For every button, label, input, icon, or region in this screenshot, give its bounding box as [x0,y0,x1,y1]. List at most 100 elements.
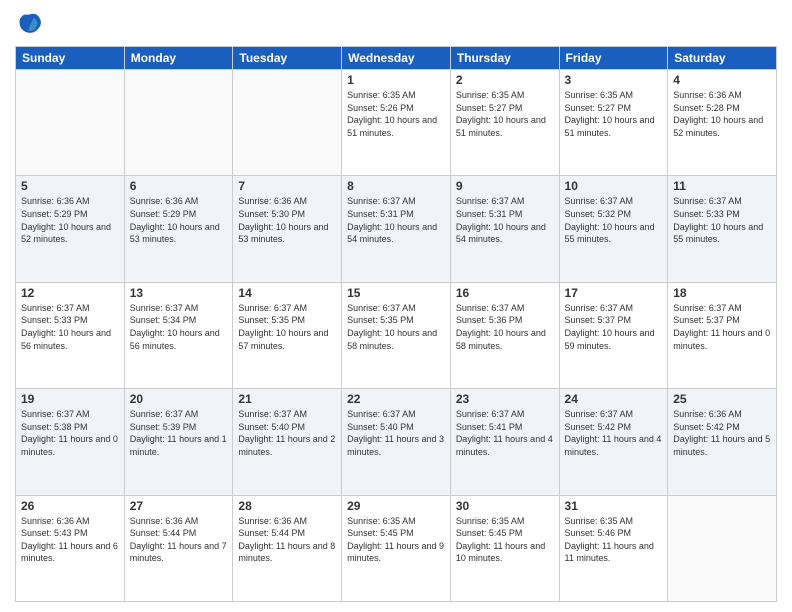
weekday-header-thursday: Thursday [450,47,559,70]
logo [15,10,47,38]
day-number: 20 [130,392,228,406]
day-number: 10 [565,179,663,193]
day-cell: 10 Sunrise: 6:37 AMSunset: 5:32 PMDayligh… [559,176,668,282]
week-row-5: 26 Sunrise: 6:36 AMSunset: 5:43 PMDayligh… [16,495,777,601]
day-cell: 5Sunrise: 6:36 AMSunset: 5:29 PMDaylight… [16,176,125,282]
day-info: Sunrise: 6:35 AMSunset: 5:46 PMDaylight:… [565,515,663,565]
day-info: Sunrise: 6:35 AMSunset: 5:45 PMDaylight:… [347,515,445,565]
day-info: Sunrise: 6:36 AMSunset: 5:29 PMDaylight:… [21,195,119,245]
day-number: 23 [456,392,554,406]
day-cell [668,495,777,601]
day-number: 16 [456,286,554,300]
day-info: Sunrise: 6:37 AMSunset: 5:31 PMDaylight:… [347,195,445,245]
weekday-header-tuesday: Tuesday [233,47,342,70]
day-number: 29 [347,499,445,513]
weekday-header-row: SundayMondayTuesdayWednesdayThursdayFrid… [16,47,777,70]
day-number: 27 [130,499,228,513]
day-number: 26 [21,499,119,513]
day-info: Sunrise: 6:36 AMSunset: 5:42 PMDaylight:… [673,408,771,458]
day-cell: 28 Sunrise: 6:36 AMSunset: 5:44 PMDayligh… [233,495,342,601]
day-cell: 30 Sunrise: 6:35 AMSunset: 5:45 PMDayligh… [450,495,559,601]
week-row-4: 19Sunrise: 6:37 AMSunset: 5:38 PMDayligh… [16,389,777,495]
day-info: Sunrise: 6:36 AMSunset: 5:43 PMDaylight:… [21,515,119,565]
day-number: 7 [238,179,336,193]
day-info: Sunrise: 6:36 AMSunset: 5:44 PMDaylight:… [238,515,336,565]
day-cell: 9 Sunrise: 6:37 AMSunset: 5:31 PMDaylight… [450,176,559,282]
day-number: 21 [238,392,336,406]
day-cell [124,70,233,176]
day-number: 14 [238,286,336,300]
day-cell: 16 Sunrise: 6:37 AMSunset: 5:36 PMDayligh… [450,282,559,388]
day-cell: 11 Sunrise: 6:37 AMSunset: 5:33 PMDayligh… [668,176,777,282]
day-cell [233,70,342,176]
day-number: 15 [347,286,445,300]
day-info: Sunrise: 6:36 AMSunset: 5:30 PMDaylight:… [238,195,336,245]
day-info: Sunrise: 6:35 AMSunset: 5:26 PMDaylight:… [347,89,445,139]
weekday-header-saturday: Saturday [668,47,777,70]
day-info: Sunrise: 6:35 AMSunset: 5:27 PMDaylight:… [456,89,554,139]
logo-icon [15,10,43,38]
day-cell: 18Sunrise: 6:37 AMSunset: 5:37 PMDayligh… [668,282,777,388]
day-number: 9 [456,179,554,193]
day-info: Sunrise: 6:37 AMSunset: 5:36 PMDaylight:… [456,302,554,352]
day-info: Sunrise: 6:37 AMSunset: 5:35 PMDaylight:… [347,302,445,352]
day-info: Sunrise: 6:37 AMSunset: 5:42 PMDaylight:… [565,408,663,458]
day-number: 22 [347,392,445,406]
weekday-header-sunday: Sunday [16,47,125,70]
day-number: 2 [456,73,554,87]
day-number: 12 [21,286,119,300]
day-number: 25 [673,392,771,406]
day-number: 17 [565,286,663,300]
day-cell: 20 Sunrise: 6:37 AMSunset: 5:39 PMDayligh… [124,389,233,495]
day-cell: 31 Sunrise: 6:35 AMSunset: 5:46 PMDayligh… [559,495,668,601]
day-info: Sunrise: 6:37 AMSunset: 5:38 PMDaylight:… [21,408,119,458]
day-info: Sunrise: 6:37 AMSunset: 5:39 PMDaylight:… [130,408,228,458]
day-number: 13 [130,286,228,300]
day-info: Sunrise: 6:37 AMSunset: 5:34 PMDaylight:… [130,302,228,352]
day-cell: 14 Sunrise: 6:37 AMSunset: 5:35 PMDayligh… [233,282,342,388]
day-cell: 24Sunrise: 6:37 AMSunset: 5:42 PMDayligh… [559,389,668,495]
day-cell: 12Sunrise: 6:37 AMSunset: 5:33 PMDayligh… [16,282,125,388]
week-row-1: 1 Sunrise: 6:35 AMSunset: 5:26 PMDaylight… [16,70,777,176]
week-row-2: 5Sunrise: 6:36 AMSunset: 5:29 PMDaylight… [16,176,777,282]
day-number: 1 [347,73,445,87]
day-number: 31 [565,499,663,513]
day-cell: 21Sunrise: 6:37 AMSunset: 5:40 PMDayligh… [233,389,342,495]
day-info: Sunrise: 6:37 AMSunset: 5:33 PMDaylight:… [673,195,771,245]
day-info: Sunrise: 6:35 AMSunset: 5:45 PMDaylight:… [456,515,554,565]
day-cell: 2 Sunrise: 6:35 AMSunset: 5:27 PMDaylight… [450,70,559,176]
week-row-3: 12Sunrise: 6:37 AMSunset: 5:33 PMDayligh… [16,282,777,388]
day-info: Sunrise: 6:37 AMSunset: 5:41 PMDaylight:… [456,408,554,458]
day-cell: 4Sunrise: 6:36 AMSunset: 5:28 PMDaylight… [668,70,777,176]
day-info: Sunrise: 6:36 AMSunset: 5:29 PMDaylight:… [130,195,228,245]
day-cell: 17 Sunrise: 6:37 AMSunset: 5:37 PMDayligh… [559,282,668,388]
day-number: 3 [565,73,663,87]
day-cell: 25 Sunrise: 6:36 AMSunset: 5:42 PMDayligh… [668,389,777,495]
day-info: Sunrise: 6:37 AMSunset: 5:35 PMDaylight:… [238,302,336,352]
day-cell: 22Sunrise: 6:37 AMSunset: 5:40 PMDayligh… [342,389,451,495]
day-cell: 6 Sunrise: 6:36 AMSunset: 5:29 PMDaylight… [124,176,233,282]
day-number: 4 [673,73,771,87]
day-info: Sunrise: 6:37 AMSunset: 5:37 PMDaylight:… [673,302,771,352]
header [15,10,777,38]
weekday-header-friday: Friday [559,47,668,70]
day-cell: 23 Sunrise: 6:37 AMSunset: 5:41 PMDayligh… [450,389,559,495]
day-cell: 8Sunrise: 6:37 AMSunset: 5:31 PMDaylight… [342,176,451,282]
day-info: Sunrise: 6:37 AMSunset: 5:32 PMDaylight:… [565,195,663,245]
day-cell: 29 Sunrise: 6:35 AMSunset: 5:45 PMDayligh… [342,495,451,601]
day-cell: 3Sunrise: 6:35 AMSunset: 5:27 PMDaylight… [559,70,668,176]
day-number: 30 [456,499,554,513]
calendar-table: SundayMondayTuesdayWednesdayThursdayFrid… [15,46,777,602]
weekday-header-wednesday: Wednesday [342,47,451,70]
day-number: 11 [673,179,771,193]
day-info: Sunrise: 6:37 AMSunset: 5:37 PMDaylight:… [565,302,663,352]
day-cell [16,70,125,176]
day-cell: 13 Sunrise: 6:37 AMSunset: 5:34 PMDayligh… [124,282,233,388]
day-number: 28 [238,499,336,513]
day-cell: 7 Sunrise: 6:36 AMSunset: 5:30 PMDaylight… [233,176,342,282]
day-number: 6 [130,179,228,193]
day-info: Sunrise: 6:36 AMSunset: 5:44 PMDaylight:… [130,515,228,565]
day-cell: 27 Sunrise: 6:36 AMSunset: 5:44 PMDayligh… [124,495,233,601]
day-info: Sunrise: 6:37 AMSunset: 5:31 PMDaylight:… [456,195,554,245]
day-cell: 15 Sunrise: 6:37 AMSunset: 5:35 PMDayligh… [342,282,451,388]
